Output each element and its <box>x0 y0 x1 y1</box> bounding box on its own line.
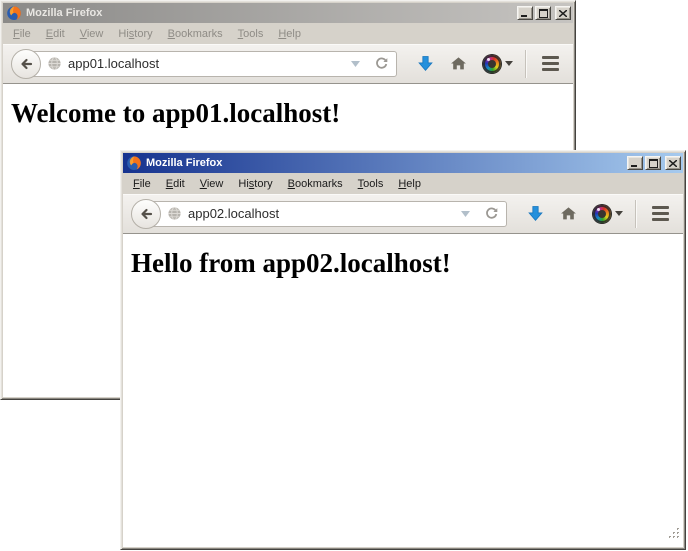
hamburger-menu-icon <box>542 56 559 59</box>
window-title: Mozilla Firefox <box>26 7 517 19</box>
colorwheel-addon-button[interactable] <box>483 55 513 73</box>
home-icon <box>450 55 467 72</box>
menu-bar: File Edit View History Bookmarks Tools H… <box>3 23 573 44</box>
menu-tools[interactable]: Tools <box>232 26 270 42</box>
download-button[interactable] <box>527 205 544 222</box>
colorwheel-addon-icon <box>483 55 501 73</box>
firefox-logo-icon <box>6 5 22 21</box>
menu-view[interactable]: View <box>74 26 110 42</box>
window-title: Mozilla Firefox <box>146 157 627 169</box>
home-icon <box>560 205 577 222</box>
toolbar-separator <box>525 50 526 78</box>
menu-bar: File Edit View History Bookmarks Tools H… <box>123 173 683 194</box>
reload-button[interactable] <box>484 206 499 221</box>
url-history-dropdown[interactable] <box>351 61 360 67</box>
titlebar[interactable]: Mozilla Firefox <box>123 153 683 173</box>
reload-icon <box>484 206 499 221</box>
reload-button[interactable] <box>374 56 389 71</box>
menu-history[interactable]: History <box>232 176 278 192</box>
url-bar[interactable]: app01.localhost <box>25 51 397 77</box>
browser-window-app02: Mozilla Firefox File Edit View History B… <box>120 150 686 550</box>
url-input[interactable]: app01.localhost <box>68 56 351 71</box>
close-icon <box>559 10 567 17</box>
back-button[interactable] <box>131 199 161 229</box>
page-heading: Welcome to app01.localhost! <box>11 98 573 129</box>
close-button[interactable] <box>555 6 571 20</box>
colorwheel-addon-button[interactable] <box>593 205 623 223</box>
globe-icon[interactable] <box>167 206 182 221</box>
titlebar[interactable]: Mozilla Firefox <box>3 3 573 23</box>
menu-edit[interactable]: Edit <box>160 176 191 192</box>
chevron-down-icon <box>351 61 360 67</box>
menu-view[interactable]: View <box>194 176 230 192</box>
url-history-dropdown[interactable] <box>461 211 470 217</box>
reload-icon <box>374 56 389 71</box>
menu-file[interactable]: File <box>127 176 157 192</box>
maximize-button[interactable] <box>645 156 661 170</box>
chevron-down-icon <box>615 211 623 216</box>
maximize-icon <box>649 159 658 168</box>
close-button[interactable] <box>665 156 681 170</box>
menu-bookmarks[interactable]: Bookmarks <box>162 26 229 42</box>
close-icon <box>669 160 677 167</box>
menu-edit[interactable]: Edit <box>40 26 71 42</box>
menu-help[interactable]: Help <box>272 26 307 42</box>
open-menu-button[interactable] <box>542 56 559 71</box>
minimize-icon <box>631 159 639 167</box>
page-heading: Hello from app02.localhost! <box>131 248 683 279</box>
hamburger-menu-icon <box>652 206 669 209</box>
back-button[interactable] <box>11 49 41 79</box>
back-arrow-icon <box>17 55 35 73</box>
resize-grip[interactable] <box>668 527 681 545</box>
open-menu-button[interactable] <box>652 206 669 221</box>
menu-help[interactable]: Help <box>392 176 427 192</box>
maximize-icon <box>539 9 548 18</box>
desktop: { "windows": [ { "title": "Mozilla Firef… <box>0 0 688 551</box>
menu-file[interactable]: File <box>7 26 37 42</box>
menu-bookmarks[interactable]: Bookmarks <box>282 176 349 192</box>
minimize-button[interactable] <box>627 156 643 170</box>
navigation-toolbar: app02.localhost <box>123 194 683 234</box>
menu-history[interactable]: History <box>112 26 158 42</box>
globe-icon[interactable] <box>47 56 62 71</box>
chevron-down-icon <box>461 211 470 217</box>
download-arrow-icon <box>417 55 434 72</box>
menu-tools[interactable]: Tools <box>352 176 390 192</box>
url-input[interactable]: app02.localhost <box>188 206 461 221</box>
colorwheel-addon-icon <box>593 205 611 223</box>
home-button[interactable] <box>450 55 467 72</box>
navigation-toolbar: app01.localhost <box>3 44 573 84</box>
toolbar-separator <box>635 200 636 228</box>
page-content: Hello from app02.localhost! <box>123 234 683 547</box>
download-button[interactable] <box>417 55 434 72</box>
url-bar[interactable]: app02.localhost <box>145 201 507 227</box>
home-button[interactable] <box>560 205 577 222</box>
minimize-icon <box>521 9 529 17</box>
firefox-logo-icon <box>126 155 142 171</box>
maximize-button[interactable] <box>535 6 551 20</box>
chevron-down-icon <box>505 61 513 66</box>
back-arrow-icon <box>137 205 155 223</box>
minimize-button[interactable] <box>517 6 533 20</box>
download-arrow-icon <box>527 205 544 222</box>
